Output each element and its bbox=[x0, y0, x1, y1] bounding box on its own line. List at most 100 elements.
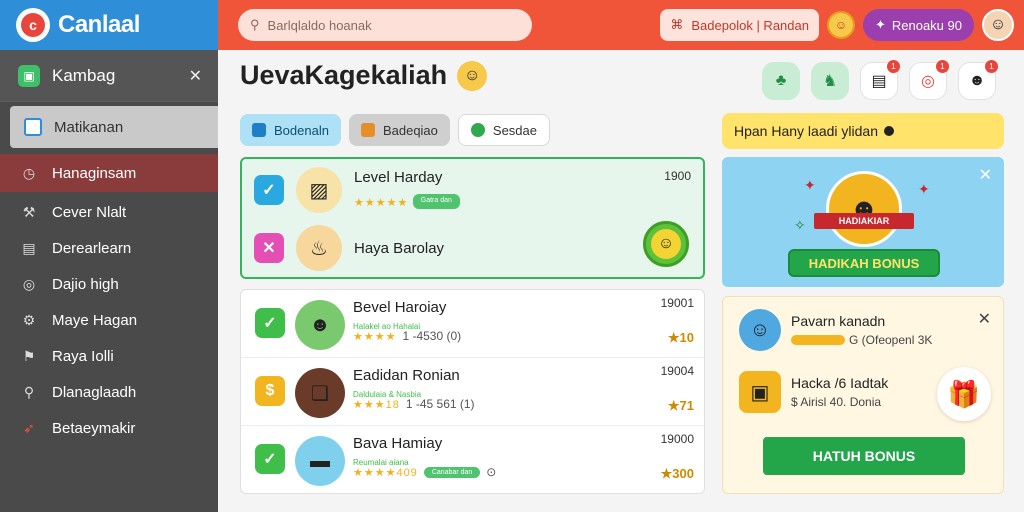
sidebar-item-label: Raya Iolli bbox=[52, 347, 114, 365]
game-number: 19004 bbox=[660, 364, 694, 378]
close-icon[interactable]: ✕ bbox=[979, 165, 992, 185]
top-pill-label: Badepolok | Randan bbox=[691, 17, 809, 33]
game-number: 19000 bbox=[660, 432, 694, 446]
game-list: ✓ ☻ Bevel Haroiay Halakel ao Hahalai ★★★… bbox=[240, 289, 705, 494]
sidebar-header[interactable]: ▣ Kambag ✕ bbox=[0, 50, 218, 102]
sidebar-header-icon: ▣ bbox=[18, 64, 40, 87]
list-item[interactable]: ✓ ☻ Bevel Haroiay Halakel ao Hahalai ★★★… bbox=[241, 290, 704, 358]
sidebar-item-label: Cever Nlalt bbox=[52, 203, 127, 221]
close-sidebar-icon[interactable]: ✕ bbox=[189, 66, 202, 86]
brand[interactable]: c Canlaal bbox=[0, 0, 218, 50]
sidebar-item-label: Dlanaglaadh bbox=[52, 383, 137, 401]
sidebar-item-label: Dajio high bbox=[52, 275, 119, 293]
coin-icon[interactable]: ☺ bbox=[826, 11, 855, 39]
game-stars: ★★★★409 bbox=[353, 466, 418, 479]
search-icon: ⚲ bbox=[250, 17, 260, 32]
points-label: Renoaku 90 bbox=[891, 17, 962, 33]
sidebar-item-label: Derearlearn bbox=[52, 239, 132, 257]
sidebar-item-derearlearn[interactable]: ▤ Derearlearn bbox=[0, 230, 218, 266]
bonus-claim-button[interactable]: HATUH BONUS bbox=[763, 437, 965, 475]
chair-icon[interactable]: ♞ bbox=[811, 62, 849, 100]
coin-icon[interactable]: $ bbox=[255, 376, 285, 406]
confetti-icon: ✦ bbox=[804, 177, 816, 193]
character-icon: ☺ bbox=[739, 309, 781, 351]
featured-row: ✕ ♨ Haya Barolay bbox=[254, 225, 444, 271]
gamepad-icon: ⌘ bbox=[670, 17, 684, 32]
bonus-progress-bar bbox=[791, 335, 845, 345]
bonus-item[interactable]: ☺ Pavarn kanadn G (Ofeopenl 3K bbox=[739, 309, 932, 351]
list-item[interactable]: $ ❏ Eadidan Ronian Daldulaia & Nasbia ★★… bbox=[241, 358, 704, 426]
tab-label: Badeqiao bbox=[382, 122, 438, 138]
game-thumbnail: ▬ bbox=[295, 436, 345, 486]
game-title: Bevel Haroiay bbox=[353, 299, 447, 316]
puzzle-icon[interactable]: ✕ bbox=[254, 233, 284, 263]
sidebar-item-hanaginsam[interactable]: ◷ Hanaginsam bbox=[0, 154, 218, 192]
card-icon: ▤ bbox=[22, 239, 36, 256]
page-title-text: UevaKagekaliah bbox=[240, 60, 448, 90]
tab-sesdae[interactable]: Sesdae bbox=[457, 114, 550, 146]
game-stars: ★★★18 bbox=[353, 398, 400, 411]
box-icon: ▣ bbox=[739, 371, 781, 413]
tab-bodenaln[interactable]: Bodenaln bbox=[240, 114, 341, 146]
check-icon[interactable]: ✓ bbox=[255, 444, 285, 474]
bonus-subtitle: $ Airisl 40. Donia bbox=[791, 395, 882, 409]
profile-icon[interactable]: ☻ 1 bbox=[958, 60, 998, 100]
sidebar-item-dlanaglaadh[interactable]: ⚲ Dlanaglaadh bbox=[0, 374, 218, 410]
list-item[interactable]: ✓ ▬ Bava Hamiay Reumalai aiana ★★★★409 C… bbox=[241, 426, 704, 494]
gift-icon[interactable]: 🎁 bbox=[937, 367, 991, 421]
tab-icon bbox=[360, 123, 375, 137]
info-icon[interactable]: ⊙ bbox=[486, 465, 496, 479]
top-pill-button[interactable]: ⌘ Badepolok | Randan bbox=[660, 9, 819, 41]
tab-bar: Bodenaln Badeqiao Sesdae bbox=[240, 114, 550, 146]
notes-icon[interactable]: ▤ 1 bbox=[860, 60, 900, 100]
sidebar-item-label: Matikanan bbox=[54, 118, 124, 136]
sidebar-item-selected[interactable]: Matikanan bbox=[10, 106, 218, 148]
right-header-text: Hpan Hany laadi ylidan bbox=[734, 123, 878, 139]
featured-card[interactable]: ✓ ▨ Level Harday ★★★★★ Gatra dan 1900 ✕ … bbox=[240, 157, 705, 279]
game-title: Level Harday bbox=[354, 169, 443, 186]
game-number: 19001 bbox=[660, 296, 694, 310]
sidebar-item-raya-iolli[interactable]: ⚑ Raya Iolli bbox=[0, 338, 218, 374]
sidebar: c Canlaal ▣ Kambag ✕ Matikanan ◷ Hanagin… bbox=[0, 0, 218, 512]
smiley-button[interactable]: ☺ bbox=[643, 221, 689, 267]
brand-logo-icon: c bbox=[16, 8, 50, 42]
featured-row: ✓ ▨ Level Harday ★★★★★ Gatra dan bbox=[254, 167, 460, 214]
tab-label: Sesdae bbox=[492, 122, 537, 138]
sidebar-item-cever-nlalt[interactable]: ⚒ Cever Nlalt bbox=[0, 194, 218, 230]
tab-badeqiao[interactable]: Badeqiao bbox=[348, 114, 450, 146]
sidebar-item-maye-hagan[interactable]: ⚙ Maye Hagan bbox=[0, 302, 218, 338]
character-icon[interactable]: ♣ bbox=[762, 62, 800, 100]
avatar[interactable]: ☺ bbox=[982, 9, 1014, 41]
trophy-icon: ✦ bbox=[874, 17, 886, 32]
search-input[interactable]: ⚲ Barlqlaldo hoanak bbox=[238, 9, 532, 41]
sidebar-item-dajio-high[interactable]: ◎ Dajio high bbox=[0, 266, 218, 302]
search-placeholder: Barlqlaldo hoanak bbox=[267, 17, 372, 33]
cake-thumbnail: ♨ bbox=[296, 225, 342, 271]
points-button[interactable]: ✦ Renoaku 90 bbox=[862, 9, 974, 41]
game-meta: 1 -4530 (0) bbox=[402, 329, 462, 343]
game-thumbnail: ▨ bbox=[296, 167, 342, 214]
check-icon[interactable]: ✓ bbox=[254, 175, 284, 206]
game-title: Bava Hamiay bbox=[353, 435, 443, 452]
sidebar-item-betaeymakir[interactable]: ➶ Betaeymakir bbox=[0, 410, 218, 446]
game-badge: Canabar dan bbox=[423, 466, 481, 478]
brand-name: Canlaal bbox=[58, 11, 140, 38]
info-icon[interactable] bbox=[883, 126, 894, 136]
game-stars: ★★★★ bbox=[353, 330, 397, 343]
tool-icon: ⚒ bbox=[22, 203, 36, 220]
bonus-item[interactable]: ▣ Hacka /6 Iadtak $ Airisl 40. Donia bbox=[739, 371, 888, 413]
promo-bonus-button[interactable]: HADIKAH BONUS bbox=[788, 249, 940, 277]
close-icon[interactable]: ✕ bbox=[978, 309, 991, 329]
game-number: 1900 bbox=[664, 169, 691, 183]
sidebar-item-label: Maye Hagan bbox=[52, 311, 138, 329]
sidebar-item-label: Hanaginsam bbox=[52, 164, 137, 182]
check-icon[interactable]: ✓ bbox=[255, 308, 285, 338]
game-title: Haya Barolay bbox=[354, 239, 445, 257]
character-emblem-icon: ☻ bbox=[826, 171, 902, 247]
promo-card: ✕ ✦ ✦ ✧ ☻ HADIAKIAR HADIKAH BONUS bbox=[722, 157, 1004, 287]
sidebar-item-label: Betaeymakir bbox=[52, 419, 136, 437]
target-icon[interactable]: ◎ 1 bbox=[909, 60, 949, 100]
game-title: Eadidan Ronian bbox=[353, 367, 460, 384]
right-header: Hpan Hany laadi ylidan bbox=[722, 113, 1004, 149]
circle-icon: ◎ bbox=[22, 275, 36, 292]
